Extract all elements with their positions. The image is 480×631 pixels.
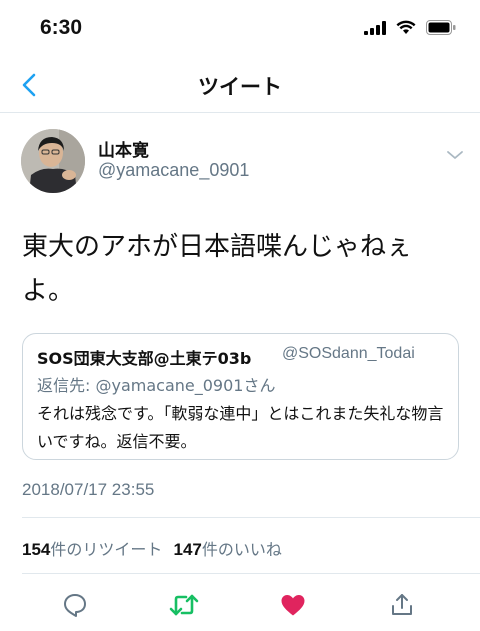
like-button[interactable] (273, 585, 313, 625)
page-title: ツイート (198, 75, 282, 99)
quoted-user-handle: @SOSdann_Todai (282, 345, 415, 362)
like-count: 147 (173, 540, 202, 559)
tweet-actions (0, 585, 480, 625)
retweet-count-label: 件のリツイート (50, 540, 163, 559)
retweet-count-link[interactable]: 154件のリツイート (22, 540, 162, 559)
retweet-icon (169, 594, 199, 616)
reply-icon (64, 594, 86, 617)
user-handle[interactable]: @yamacane_0901 (98, 160, 249, 181)
divider (22, 573, 480, 574)
quoted-display-name: SOS団東大支部@土東テ03b (37, 349, 252, 368)
share-icon (392, 594, 412, 615)
chevron-down-icon (447, 151, 463, 159)
avatar[interactable] (21, 129, 85, 193)
quoted-reply-to: 返信先: @yamacane_0901さん (37, 376, 276, 395)
status-icons (364, 20, 456, 35)
avatar-photo (21, 129, 85, 193)
status-bar: 6:30 (0, 0, 480, 60)
battery-icon (426, 20, 456, 35)
signal-icon (364, 20, 386, 35)
quoted-tweet-text: それは残念です。「軟弱な連中」とはこれまた失礼な物言いですね。返信不要。 (37, 404, 444, 451)
divider (22, 517, 480, 518)
tweet-text: 東大のアホが日本語喋んじゃねぇよ。 (22, 232, 413, 306)
like-count-link[interactable]: 147件のいいね (173, 540, 281, 559)
display-name[interactable]: 山本寛 (98, 136, 149, 161)
reply-button[interactable] (55, 585, 95, 625)
retweet-count: 154 (22, 540, 51, 559)
retweet-button[interactable] (164, 585, 204, 625)
like-count-label: 件のいいね (201, 540, 282, 559)
nav-bar: ツイート (0, 60, 480, 113)
heart-icon (281, 595, 305, 616)
more-options-button[interactable] (444, 146, 466, 164)
share-button[interactable] (382, 585, 422, 625)
tweet-stats: 154件のリツイート 147件のいいね (22, 536, 282, 560)
status-time: 6:30 (40, 16, 83, 39)
wifi-icon (396, 20, 416, 34)
quoted-tweet[interactable]: SOS団東大支部@土東テ03b @SOSdann_Todai 返信先: @yam… (22, 333, 459, 460)
tweet-timestamp: 2018/07/17 23:55 (22, 480, 155, 499)
